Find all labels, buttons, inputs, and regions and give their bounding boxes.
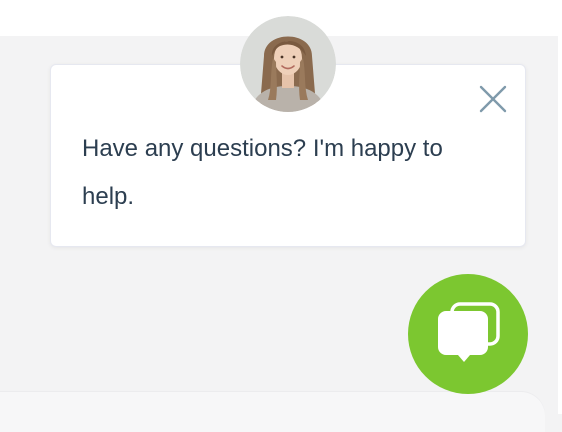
agent-avatar-image (240, 16, 336, 112)
greeting-message: Have any questions? I'm happy to help. (82, 135, 443, 210)
avatar (240, 16, 336, 112)
page-edge (558, 0, 562, 414)
close-button[interactable] (478, 84, 508, 114)
chat-bubbles-icon (438, 302, 500, 362)
chat-launcher-button[interactable] (408, 274, 528, 394)
close-icon (479, 85, 507, 113)
bottom-panel (0, 392, 545, 432)
